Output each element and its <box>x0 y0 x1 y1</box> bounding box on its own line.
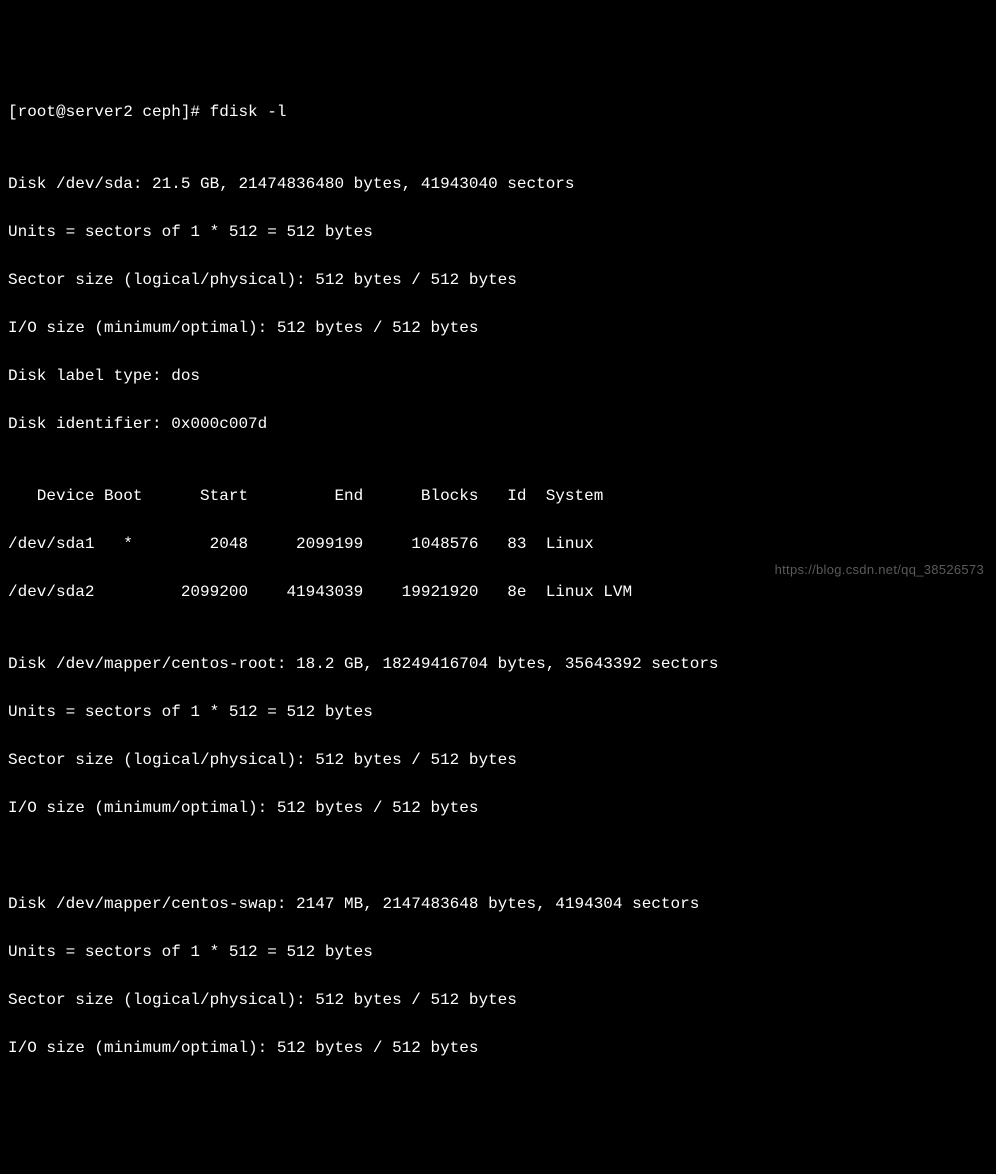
disk-centos-swap-units: Units = sectors of 1 * 512 = 512 bytes <box>8 940 988 964</box>
disk-sda-io-size: I/O size (minimum/optimal): 512 bytes / … <box>8 316 988 340</box>
shell-prompt: [root@server2 ceph]# <box>8 100 210 124</box>
partition-row-sda1: /dev/sda1 * 2048 2099199 1048576 83 Linu… <box>8 532 988 556</box>
watermark-text: https://blog.csdn.net/qq_38526573 <box>775 560 984 580</box>
disk-centos-swap-sector-size: Sector size (logical/physical): 512 byte… <box>8 988 988 1012</box>
disk-centos-root-units: Units = sectors of 1 * 512 = 512 bytes <box>8 700 988 724</box>
command-text: fdisk -l <box>210 100 287 124</box>
disk-sda-header: Disk /dev/sda: 21.5 GB, 21474836480 byte… <box>8 172 988 196</box>
disk-centos-swap-header: Disk /dev/mapper/centos-swap: 2147 MB, 2… <box>8 892 988 916</box>
partition-table-header: Device Boot Start End Blocks Id System <box>8 484 988 508</box>
disk-centos-root-sector-size: Sector size (logical/physical): 512 byte… <box>8 748 988 772</box>
disk-sda-label-type: Disk label type: dos <box>8 364 988 388</box>
disk-sda-sector-size: Sector size (logical/physical): 512 byte… <box>8 268 988 292</box>
disk-sda-units: Units = sectors of 1 * 512 = 512 bytes <box>8 220 988 244</box>
disk-sda-identifier: Disk identifier: 0x000c007d <box>8 412 988 436</box>
disk-centos-root-header: Disk /dev/mapper/centos-root: 18.2 GB, 1… <box>8 652 988 676</box>
disk-centos-root-io-size: I/O size (minimum/optimal): 512 bytes / … <box>8 796 988 820</box>
command-prompt-line[interactable]: [root@server2 ceph]# fdisk -l <box>8 100 988 124</box>
partition-row-sda2: /dev/sda2 2099200 41943039 19921920 8e L… <box>8 580 988 604</box>
disk-centos-swap-io-size: I/O size (minimum/optimal): 512 bytes / … <box>8 1036 988 1060</box>
